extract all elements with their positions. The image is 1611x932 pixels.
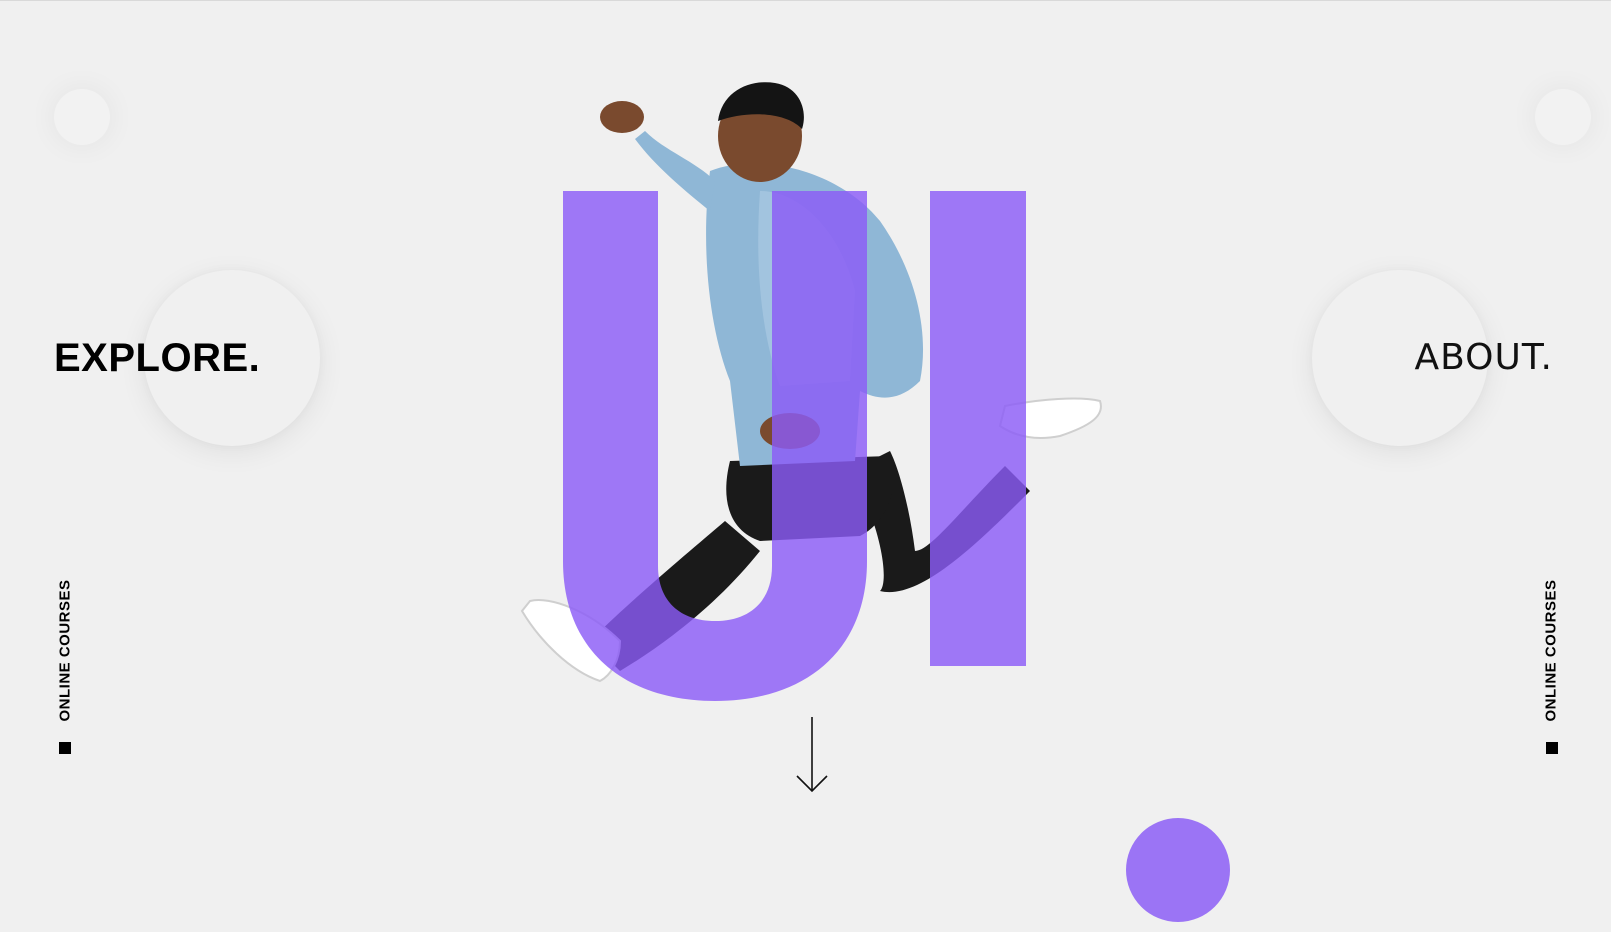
side-label-right: ONLINE COURSES	[1541, 579, 1561, 721]
side-label-right-text: ONLINE COURSES	[1542, 578, 1560, 722]
hero-graphic	[460, 81, 1120, 721]
side-label-left-text: ONLINE COURSES	[56, 578, 74, 722]
corner-decor-dot-right	[1535, 89, 1591, 145]
hero-svg	[520, 82, 1102, 701]
side-label-left: ONLINE COURSES	[55, 579, 75, 721]
corner-decor-dot-left	[54, 89, 110, 145]
scroll-down-button[interactable]	[794, 715, 830, 795]
hero-ui-letters	[563, 191, 1026, 701]
side-square-marker-left	[59, 742, 71, 754]
arrow-down-icon	[796, 717, 828, 793]
explore-link[interactable]: EXPLORE.	[54, 331, 260, 385]
landing-page: EXPLORE. ABOUT. ONLINE COURSES ONLINE CO…	[0, 0, 1611, 932]
accent-decor-dot	[1126, 818, 1230, 922]
side-square-marker-right	[1546, 742, 1558, 754]
about-link[interactable]: ABOUT.	[1414, 331, 1553, 385]
